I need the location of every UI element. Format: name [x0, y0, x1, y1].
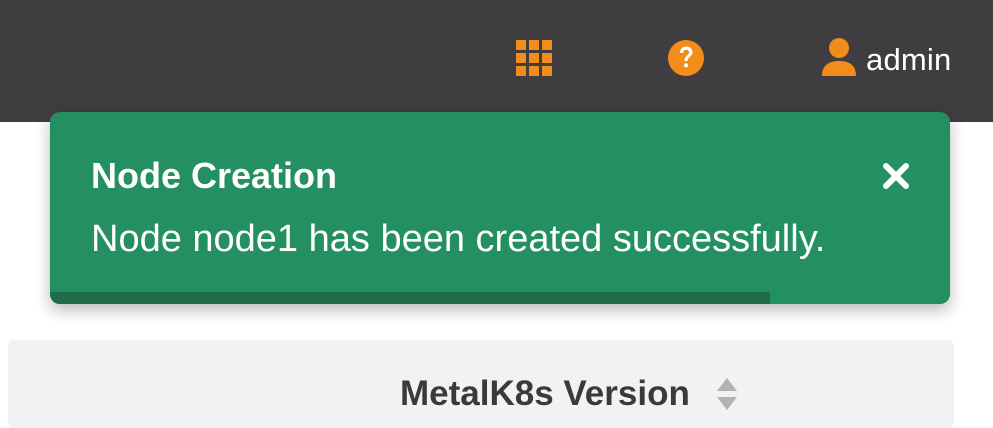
close-icon	[881, 161, 911, 196]
help-circle-icon	[668, 39, 704, 81]
toast-progress-fill	[50, 292, 770, 304]
toast-message: Node node1 has been created successfully…	[91, 218, 826, 260]
toast-title: Node Creation	[91, 155, 338, 196]
app-frame: admin MetalK8s Version Node Creation Nod…	[0, 0, 993, 428]
sort-icon[interactable]	[714, 374, 740, 414]
user-icon	[820, 37, 858, 83]
column-header-metalk8s-version[interactable]: MetalK8s Version	[400, 374, 740, 414]
toast-progress-bar	[50, 292, 950, 304]
notification-toast: Node Creation Node node1 has been create…	[50, 112, 950, 304]
nodes-table-header: MetalK8s Version	[8, 340, 954, 428]
apps-button[interactable]	[512, 36, 556, 84]
help-button[interactable]	[664, 36, 708, 84]
column-header-label: MetalK8s Version	[400, 374, 690, 413]
top-navbar: admin	[0, 0, 993, 122]
apps-grid-icon	[516, 39, 552, 81]
user-menu[interactable]: admin	[820, 36, 993, 84]
close-button[interactable]	[878, 160, 914, 196]
user-name-label: admin	[866, 42, 952, 77]
